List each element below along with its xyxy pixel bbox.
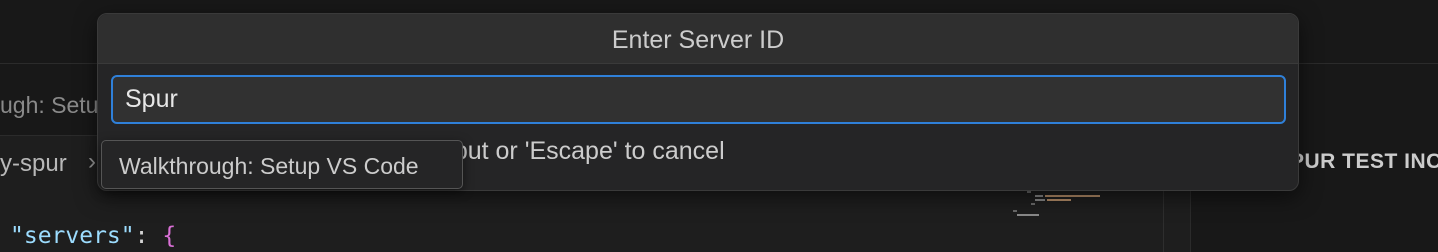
code-line: "servers": { xyxy=(10,223,176,249)
side-panel-title: PUR TEST INC xyxy=(1290,150,1438,173)
json-key: "servers" xyxy=(10,223,135,249)
quick-input-header: Enter Server ID xyxy=(98,14,1298,64)
breadcrumb-item[interactable]: y-spur xyxy=(0,150,67,178)
json-brace: { xyxy=(162,223,177,249)
json-colon: : xyxy=(134,223,149,249)
quick-input-title: Enter Server ID xyxy=(611,26,785,54)
chevron-right-icon: › xyxy=(88,148,96,175)
editor-tab-walkthrough[interactable]: ugh: Setu xyxy=(0,92,98,119)
tab-tooltip: Walkthrough: Setup VS Code xyxy=(101,140,463,189)
minimap[interactable] xyxy=(1005,186,1120,222)
vscode-window: ugh: Setu y-spur › "servers": { PUR TEST… xyxy=(0,0,1438,252)
server-id-input[interactable] xyxy=(111,75,1286,124)
